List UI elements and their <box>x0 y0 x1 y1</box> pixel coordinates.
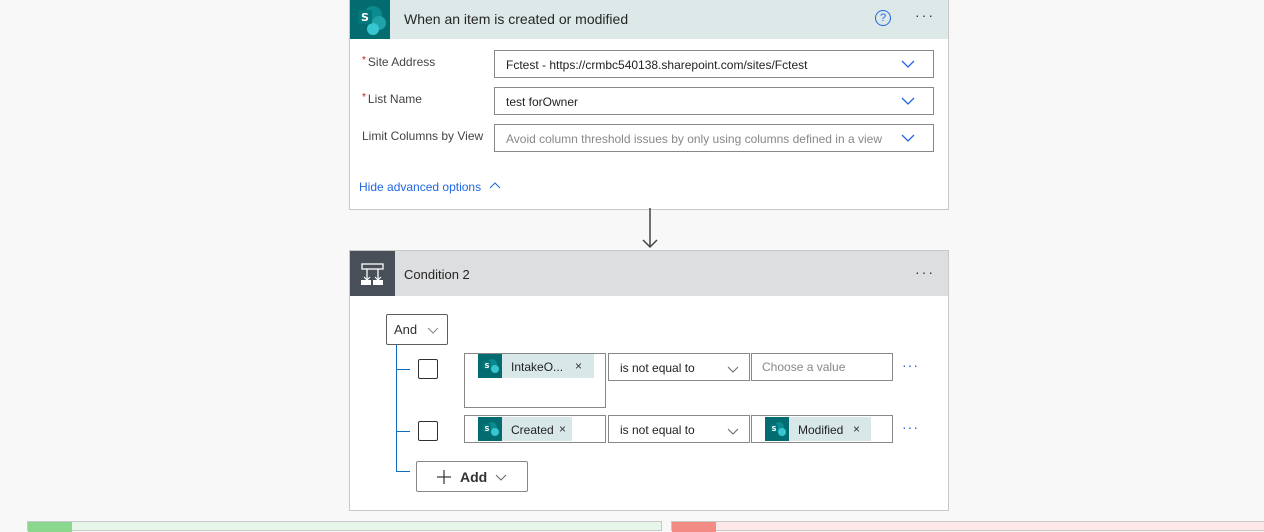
row-2-operator-select[interactable]: is not equal to <box>608 415 750 443</box>
chevron-down-icon <box>427 327 439 334</box>
if-no-accent <box>672 522 716 532</box>
add-button[interactable]: Add <box>416 461 528 492</box>
chevron-down-icon <box>727 366 739 373</box>
chevron-down-icon <box>727 428 739 435</box>
help-icon[interactable]: ? <box>875 10 891 26</box>
connector-arrow-icon <box>642 208 658 249</box>
tree-branch <box>396 471 410 472</box>
if-yes-accent <box>28 522 72 532</box>
if-no-branch[interactable] <box>671 521 1264 532</box>
chevron-down-icon <box>901 134 915 142</box>
row-1-checkbox[interactable] <box>418 359 438 379</box>
tree-line <box>396 345 397 472</box>
row-2-value-input[interactable]: S Modified × <box>751 415 893 443</box>
tree-branch <box>396 369 410 370</box>
limit-columns-placeholder: Avoid column threshold issues by only us… <box>506 132 882 146</box>
limit-columns-select[interactable]: Avoid column threshold issues by only us… <box>494 124 934 152</box>
site-address-value: Fctest - https://crmbc540138.sharepoint.… <box>506 58 808 72</box>
list-name-value: test forOwner <box>506 95 579 109</box>
plus-icon <box>437 470 451 484</box>
dynamic-content-token[interactable]: S Created × <box>478 417 572 441</box>
row-2-more-icon[interactable]: ··· <box>902 419 919 435</box>
chevron-down-icon <box>901 97 915 105</box>
group-operator-dropdown[interactable]: And <box>386 314 448 345</box>
svg-text:S: S <box>484 362 489 370</box>
tree-branch <box>396 431 410 432</box>
svg-text:S: S <box>771 425 776 433</box>
site-address-select[interactable]: Fctest - https://crmbc540138.sharepoint.… <box>494 50 934 78</box>
list-name-label: * List Name <box>362 92 422 106</box>
more-options-icon[interactable]: ··· <box>915 264 935 280</box>
row-1-left-operand[interactable]: S IntakeO... × <box>464 353 606 408</box>
row-2-checkbox[interactable] <box>418 421 438 441</box>
remove-token-icon[interactable]: × <box>575 359 582 373</box>
row-2-left-operand[interactable]: S Created × <box>464 415 606 443</box>
condition-title: Condition 2 <box>404 267 470 282</box>
hide-advanced-options-link[interactable]: Hide advanced options <box>359 180 501 194</box>
remove-token-icon[interactable]: × <box>559 422 566 436</box>
sharepoint-icon: S <box>765 417 789 441</box>
trigger-card: S When an item is created or modified ? … <box>349 0 949 210</box>
remove-token-icon[interactable]: × <box>853 422 860 436</box>
if-yes-branch[interactable] <box>27 521 662 532</box>
site-address-label: * Site Address <box>362 55 436 69</box>
list-name-select[interactable]: test forOwner <box>494 87 934 115</box>
condition-card: Condition 2 ··· And S IntakeO... × is no… <box>349 250 949 511</box>
svg-text:S: S <box>484 425 489 433</box>
more-options-icon[interactable]: ··· <box>915 7 935 23</box>
dynamic-content-token[interactable]: S IntakeO... × <box>478 354 594 378</box>
sharepoint-icon: S <box>478 354 502 378</box>
sharepoint-icon: S <box>478 417 502 441</box>
row-1-value-input[interactable]: Choose a value <box>751 353 893 381</box>
chevron-up-icon <box>490 182 501 189</box>
condition-icon <box>350 251 395 296</box>
limit-columns-label: Limit Columns by View <box>362 129 484 143</box>
dynamic-content-token[interactable]: S Modified × <box>765 417 871 441</box>
trigger-header[interactable]: S When an item is created or modified ? … <box>350 0 948 39</box>
condition-header[interactable]: Condition 2 ··· <box>350 251 948 296</box>
svg-text:S: S <box>361 11 369 24</box>
sharepoint-icon: S <box>350 0 390 39</box>
row-1-operator-select[interactable]: is not equal to <box>608 353 750 381</box>
chevron-down-icon <box>901 60 915 68</box>
row-1-more-icon[interactable]: ··· <box>902 357 919 373</box>
chevron-down-icon <box>495 474 507 481</box>
trigger-title: When an item is created or modified <box>404 11 629 27</box>
